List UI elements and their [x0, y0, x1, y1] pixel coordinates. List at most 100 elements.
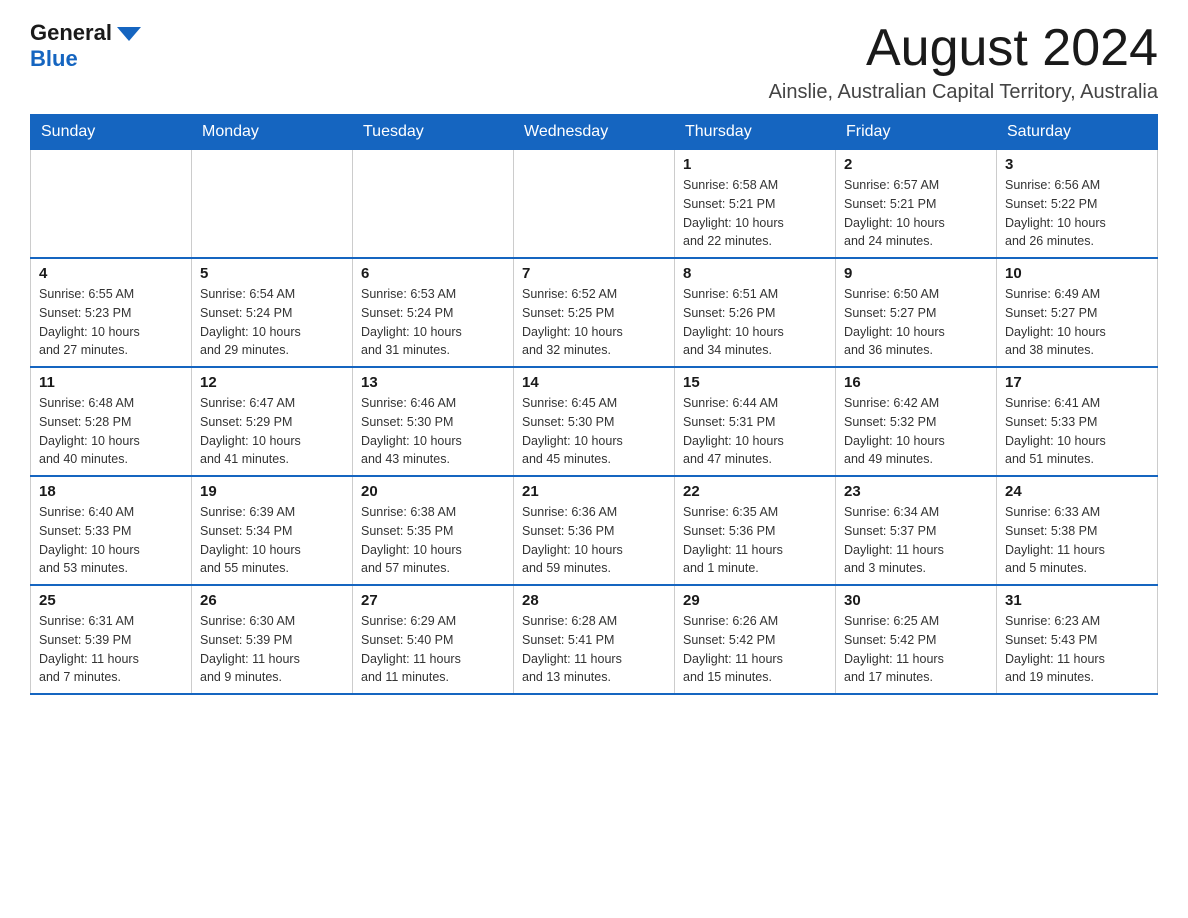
day-info: Sunrise: 6:44 AM Sunset: 5:31 PM Dayligh… [683, 394, 827, 469]
calendar-cell: 10 Sunrise: 6:49 AM Sunset: 5:27 PM Dayli… [997, 258, 1158, 367]
col-wednesday: Wednesday [514, 115, 675, 150]
day-number: 26 [200, 592, 344, 609]
day-number: 16 [844, 374, 988, 391]
day-info: Sunrise: 6:41 AM Sunset: 5:33 PM Dayligh… [1005, 394, 1149, 469]
day-number: 31 [1005, 592, 1149, 609]
day-number: 24 [1005, 483, 1149, 500]
calendar-cell: 21 Sunrise: 6:36 AM Sunset: 5:36 PM Dayli… [514, 476, 675, 585]
calendar-cell: 26 Sunrise: 6:30 AM Sunset: 5:39 PM Dayli… [192, 585, 353, 694]
day-info: Sunrise: 6:39 AM Sunset: 5:34 PM Dayligh… [200, 503, 344, 578]
day-info: Sunrise: 6:23 AM Sunset: 5:43 PM Dayligh… [1005, 612, 1149, 687]
calendar-cell: 12 Sunrise: 6:47 AM Sunset: 5:29 PM Dayli… [192, 367, 353, 476]
logo-general-text: General [30, 20, 112, 46]
day-info: Sunrise: 6:40 AM Sunset: 5:33 PM Dayligh… [39, 503, 183, 578]
day-info: Sunrise: 6:46 AM Sunset: 5:30 PM Dayligh… [361, 394, 505, 469]
page-header: General Blue August 2024 Ainslie, Austra… [30, 20, 1158, 104]
day-number: 17 [1005, 374, 1149, 391]
day-number: 15 [683, 374, 827, 391]
day-number: 8 [683, 265, 827, 282]
day-number: 4 [39, 265, 183, 282]
calendar-cell: 23Sunrise: 6:34 AM Sunset: 5:37 PM Dayli… [836, 476, 997, 585]
calendar-cell: 18 Sunrise: 6:40 AM Sunset: 5:33 PM Dayli… [31, 476, 192, 585]
col-monday: Monday [192, 115, 353, 150]
calendar-cell: 28 Sunrise: 6:28 AM Sunset: 5:41 PM Dayli… [514, 585, 675, 694]
calendar-cell: 5Sunrise: 6:54 AM Sunset: 5:24 PM Daylig… [192, 258, 353, 367]
calendar-cell: 6Sunrise: 6:53 AM Sunset: 5:24 PM Daylig… [353, 258, 514, 367]
calendar-cell: 25Sunrise: 6:31 AM Sunset: 5:39 PM Dayli… [31, 585, 192, 694]
day-number: 5 [200, 265, 344, 282]
calendar-body: 1Sunrise: 6:58 AM Sunset: 5:21 PM Daylig… [31, 150, 1158, 695]
calendar-cell [353, 150, 514, 259]
day-number: 14 [522, 374, 666, 391]
calendar-cell: 19Sunrise: 6:39 AM Sunset: 5:34 PM Dayli… [192, 476, 353, 585]
calendar-cell: 9 Sunrise: 6:50 AM Sunset: 5:27 PM Daylig… [836, 258, 997, 367]
day-info: Sunrise: 6:33 AM Sunset: 5:38 PM Dayligh… [1005, 503, 1149, 578]
calendar-cell: 14 Sunrise: 6:45 AM Sunset: 5:30 PM Dayli… [514, 367, 675, 476]
day-info: Sunrise: 6:51 AM Sunset: 5:26 PM Dayligh… [683, 285, 827, 360]
day-info: Sunrise: 6:52 AM Sunset: 5:25 PM Dayligh… [522, 285, 666, 360]
day-info: Sunrise: 6:25 AM Sunset: 5:42 PM Dayligh… [844, 612, 988, 687]
day-info: Sunrise: 6:38 AM Sunset: 5:35 PM Dayligh… [361, 503, 505, 578]
calendar-cell: 22Sunrise: 6:35 AM Sunset: 5:36 PM Dayli… [675, 476, 836, 585]
calendar-cell: 15 Sunrise: 6:44 AM Sunset: 5:31 PM Dayli… [675, 367, 836, 476]
col-friday: Friday [836, 115, 997, 150]
day-info: Sunrise: 6:31 AM Sunset: 5:39 PM Dayligh… [39, 612, 183, 687]
day-number: 30 [844, 592, 988, 609]
day-number: 7 [522, 265, 666, 282]
calendar-cell: 4Sunrise: 6:55 AM Sunset: 5:23 PM Daylig… [31, 258, 192, 367]
week-row-1: 1Sunrise: 6:58 AM Sunset: 5:21 PM Daylig… [31, 150, 1158, 259]
calendar-cell [514, 150, 675, 259]
calendar-cell: 3Sunrise: 6:56 AM Sunset: 5:22 PM Daylig… [997, 150, 1158, 259]
calendar-cell: 31 Sunrise: 6:23 AM Sunset: 5:43 PM Dayli… [997, 585, 1158, 694]
day-info: Sunrise: 6:30 AM Sunset: 5:39 PM Dayligh… [200, 612, 344, 687]
calendar-table: Sunday Monday Tuesday Wednesday Thursday… [30, 114, 1158, 695]
calendar-cell: 8 Sunrise: 6:51 AM Sunset: 5:26 PM Daylig… [675, 258, 836, 367]
day-info: Sunrise: 6:56 AM Sunset: 5:22 PM Dayligh… [1005, 176, 1149, 251]
week-row-4: 18 Sunrise: 6:40 AM Sunset: 5:33 PM Dayli… [31, 476, 1158, 585]
calendar-cell: 24 Sunrise: 6:33 AM Sunset: 5:38 PM Dayli… [997, 476, 1158, 585]
day-info: Sunrise: 6:29 AM Sunset: 5:40 PM Dayligh… [361, 612, 505, 687]
calendar-cell: 16 Sunrise: 6:42 AM Sunset: 5:32 PM Dayli… [836, 367, 997, 476]
day-number: 2 [844, 156, 988, 173]
day-info: Sunrise: 6:57 AM Sunset: 5:21 PM Dayligh… [844, 176, 988, 251]
day-info: Sunrise: 6:53 AM Sunset: 5:24 PM Dayligh… [361, 285, 505, 360]
day-number: 10 [1005, 265, 1149, 282]
day-info: Sunrise: 6:42 AM Sunset: 5:32 PM Dayligh… [844, 394, 988, 469]
day-info: Sunrise: 6:36 AM Sunset: 5:36 PM Dayligh… [522, 503, 666, 578]
day-number: 18 [39, 483, 183, 500]
calendar-cell [192, 150, 353, 259]
day-number: 12 [200, 374, 344, 391]
logo-blue-text: Blue [30, 46, 78, 72]
calendar-cell: 27Sunrise: 6:29 AM Sunset: 5:40 PM Dayli… [353, 585, 514, 694]
day-info: Sunrise: 6:35 AM Sunset: 5:36 PM Dayligh… [683, 503, 827, 578]
day-info: Sunrise: 6:48 AM Sunset: 5:28 PM Dayligh… [39, 394, 183, 469]
day-info: Sunrise: 6:45 AM Sunset: 5:30 PM Dayligh… [522, 394, 666, 469]
day-info: Sunrise: 6:50 AM Sunset: 5:27 PM Dayligh… [844, 285, 988, 360]
calendar-cell: 20 Sunrise: 6:38 AM Sunset: 5:35 PM Dayli… [353, 476, 514, 585]
day-info: Sunrise: 6:28 AM Sunset: 5:41 PM Dayligh… [522, 612, 666, 687]
calendar-cell: 7 Sunrise: 6:52 AM Sunset: 5:25 PM Daylig… [514, 258, 675, 367]
day-number: 13 [361, 374, 505, 391]
day-info: Sunrise: 6:49 AM Sunset: 5:27 PM Dayligh… [1005, 285, 1149, 360]
day-number: 20 [361, 483, 505, 500]
calendar-cell: 17 Sunrise: 6:41 AM Sunset: 5:33 PM Dayli… [997, 367, 1158, 476]
day-number: 28 [522, 592, 666, 609]
location-title: Ainslie, Australian Capital Territory, A… [769, 81, 1158, 104]
day-number: 23 [844, 483, 988, 500]
col-thursday: Thursday [675, 115, 836, 150]
calendar-cell: 30 Sunrise: 6:25 AM Sunset: 5:42 PM Dayli… [836, 585, 997, 694]
calendar-header: Sunday Monday Tuesday Wednesday Thursday… [31, 115, 1158, 150]
month-title: August 2024 [769, 20, 1158, 77]
calendar-cell: 11 Sunrise: 6:48 AM Sunset: 5:28 PM Dayli… [31, 367, 192, 476]
title-area: August 2024 Ainslie, Australian Capital … [769, 20, 1158, 104]
calendar-cell: 29Sunrise: 6:26 AM Sunset: 5:42 PM Dayli… [675, 585, 836, 694]
week-row-5: 25Sunrise: 6:31 AM Sunset: 5:39 PM Dayli… [31, 585, 1158, 694]
day-number: 21 [522, 483, 666, 500]
calendar-cell: 13 Sunrise: 6:46 AM Sunset: 5:30 PM Dayli… [353, 367, 514, 476]
day-number: 9 [844, 265, 988, 282]
col-tuesday: Tuesday [353, 115, 514, 150]
day-number: 29 [683, 592, 827, 609]
day-info: Sunrise: 6:47 AM Sunset: 5:29 PM Dayligh… [200, 394, 344, 469]
day-number: 11 [39, 374, 183, 391]
week-row-3: 11 Sunrise: 6:48 AM Sunset: 5:28 PM Dayli… [31, 367, 1158, 476]
